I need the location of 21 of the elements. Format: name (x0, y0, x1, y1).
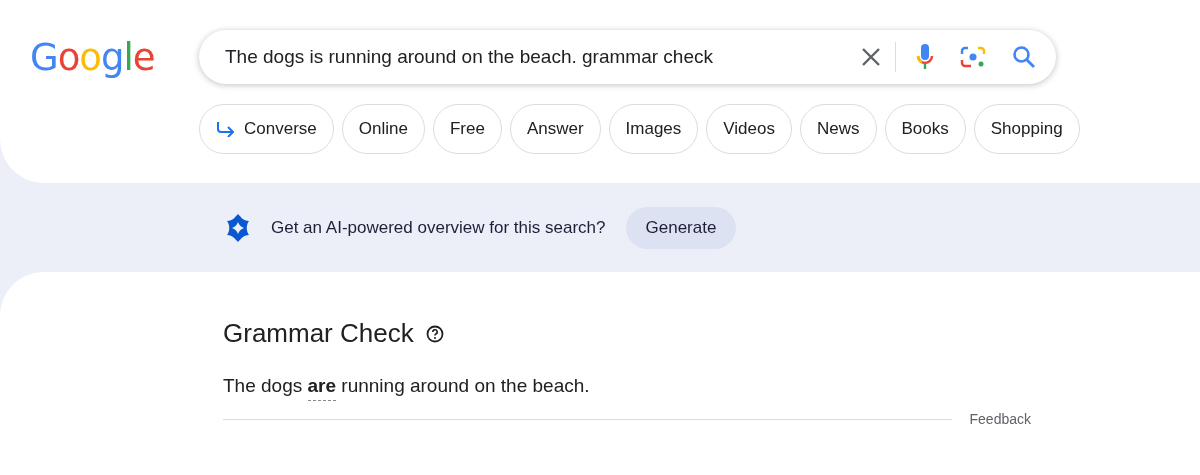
filter-chip[interactable]: Videos (706, 104, 792, 154)
microphone-icon[interactable] (916, 43, 934, 71)
filter-chip[interactable]: Answer (509, 104, 601, 154)
filter-chip[interactable]: Images (608, 104, 699, 154)
filter-chip[interactable]: News (800, 104, 877, 154)
filter-chip[interactable]: Online (341, 104, 425, 154)
filter-chip[interactable]: Converse (199, 104, 334, 154)
filter-chip[interactable]: Books (884, 104, 966, 154)
help-icon[interactable] (425, 324, 444, 343)
search-field[interactable]: The dogs is running around on the beach. grammar check (225, 46, 861, 68)
logo[interactable]: Google (0, 35, 199, 79)
search-icon[interactable] (1012, 45, 1036, 69)
generate-button[interactable]: Generate (625, 206, 737, 249)
close-icon[interactable] (861, 47, 881, 67)
section-title: Grammar Check (223, 318, 414, 349)
filter-chip[interactable]: Shopping (973, 104, 1080, 154)
ai-overview-prompt: Get an AI-powered overview for this search? (271, 217, 606, 238)
camera-icon[interactable] (960, 45, 986, 69)
feedback-link[interactable]: Feedback (969, 411, 1031, 427)
arrow-icon (216, 121, 234, 137)
filter-chip[interactable]: Free (432, 104, 502, 154)
